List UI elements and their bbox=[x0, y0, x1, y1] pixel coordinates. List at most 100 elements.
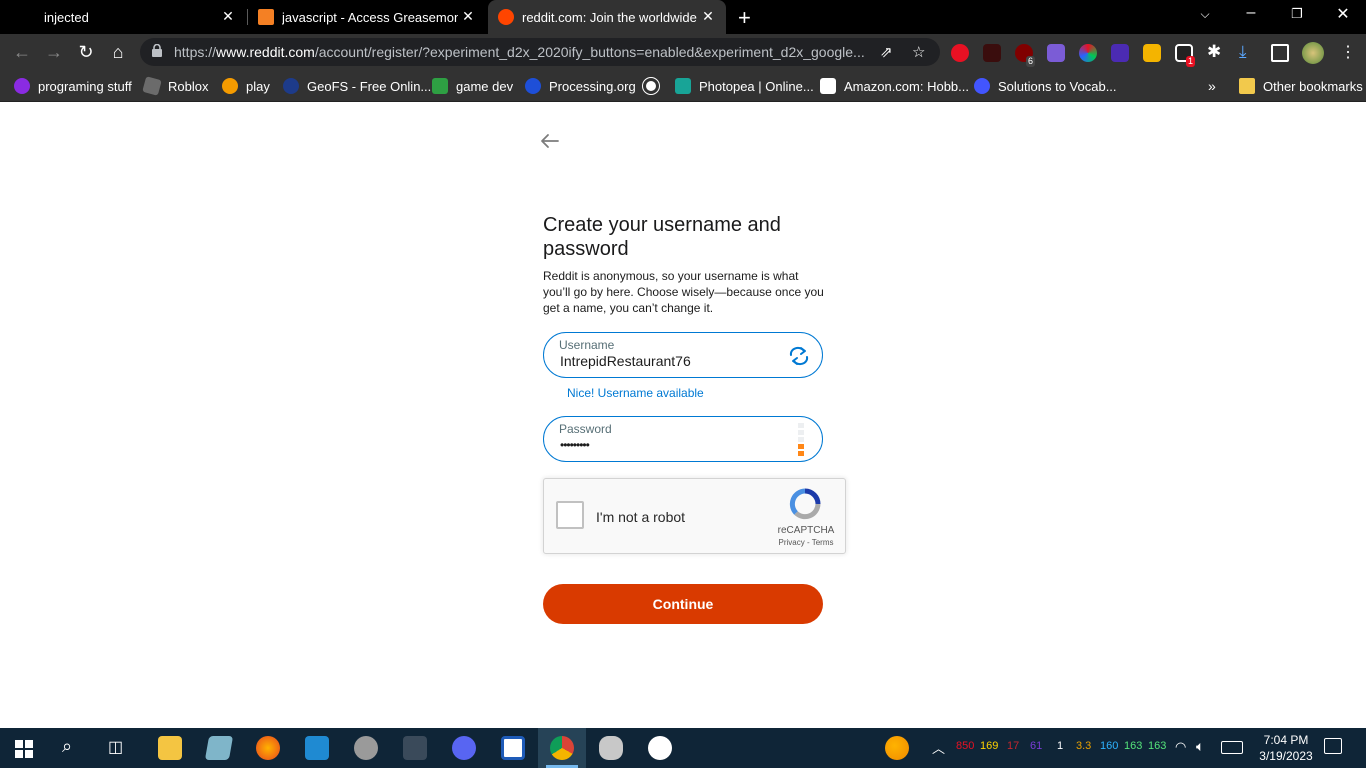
honey-icon[interactable] bbox=[983, 44, 1001, 62]
close-window-button[interactable]: ✕ bbox=[1331, 4, 1355, 24]
geofs-icon bbox=[283, 78, 299, 94]
other-bookmarks-folder[interactable]: Other bookmarks bbox=[1239, 76, 1363, 96]
notification-icon[interactable] bbox=[1324, 738, 1342, 754]
bookmark-roblox[interactable]: Roblox bbox=[142, 76, 209, 96]
download-icon[interactable]: ⤓ bbox=[1239, 42, 1247, 62]
green-plus-icon bbox=[432, 78, 448, 94]
windows-start-icon[interactable] bbox=[15, 740, 33, 758]
tab-search-icon[interactable]: ⌵ bbox=[1193, 7, 1217, 22]
url-text[interactable]: https://www.reddit.com/account/register/… bbox=[174, 44, 874, 60]
tray-number: 3.3 bbox=[1076, 740, 1092, 752]
refresh-username-icon[interactable] bbox=[788, 346, 810, 366]
username-input[interactable] bbox=[560, 353, 780, 369]
bookmark-label: Roblox bbox=[168, 78, 209, 94]
share-icon[interactable]: ⇗ bbox=[880, 43, 893, 61]
vscode-icon[interactable] bbox=[305, 736, 329, 760]
pencil-extension-icon[interactable] bbox=[1143, 44, 1161, 62]
strength-segment bbox=[798, 430, 804, 435]
cd-app-icon[interactable] bbox=[354, 736, 378, 760]
cube-extension-icon[interactable] bbox=[1047, 44, 1065, 62]
game-app-icon[interactable] bbox=[403, 736, 427, 760]
clock-date: 3/19/2023 bbox=[1259, 749, 1313, 763]
weather-icon[interactable] bbox=[885, 736, 909, 760]
task-view-icon[interactable]: ◫ bbox=[108, 737, 123, 757]
tray-number: 169 bbox=[980, 740, 999, 752]
forward-button[interactable]: → bbox=[42, 40, 66, 64]
firefox-icon[interactable] bbox=[256, 736, 280, 760]
amazon-icon bbox=[820, 78, 836, 94]
windows-taskbar: ⌕ ◫ ︿ 850 169 17 61 1 3.3 160 163 163 ◠ … bbox=[0, 728, 1366, 768]
bookmark-play[interactable]: play bbox=[222, 76, 270, 96]
page-title: Create your username and password bbox=[543, 214, 781, 260]
tab-javascript[interactable]: javascript - Access Greasemonkey ✕ bbox=[248, 0, 486, 34]
paint-app-icon[interactable] bbox=[599, 736, 623, 760]
extension-badge: 1 bbox=[1186, 56, 1196, 67]
file-explorer-icon[interactable] bbox=[158, 736, 182, 760]
side-panel-icon[interactable] bbox=[1271, 44, 1289, 62]
tray-number: 17 bbox=[1007, 740, 1020, 752]
bookmark-label: Photopea | Online... bbox=[699, 78, 814, 94]
back-arrow-icon[interactable] bbox=[540, 133, 560, 149]
tab-strip: injected ✕ javascript - Access Greasemon… bbox=[0, 0, 1366, 34]
address-bar[interactable]: https://www.reddit.com/account/register/… bbox=[140, 38, 940, 66]
password-field[interactable]: Password ••••••••• bbox=[543, 416, 823, 462]
menu-kebab-icon[interactable]: ⋮ bbox=[1340, 42, 1356, 62]
back-button[interactable]: ← bbox=[10, 40, 34, 64]
page-description: Reddit is anonymous, so your username is… bbox=[543, 269, 824, 315]
url-path: /account/register/?experiment_d2x_2020if… bbox=[314, 44, 865, 60]
recaptcha-privacy-terms[interactable]: Privacy - Terms bbox=[770, 538, 842, 547]
tab-injected[interactable]: injected ✕ bbox=[0, 0, 246, 34]
bookmark-photopea[interactable]: Photopea | Online... bbox=[675, 76, 814, 96]
bookmark-star-icon[interactable]: ☆ bbox=[912, 43, 925, 61]
notepad-icon[interactable] bbox=[204, 736, 234, 760]
bookmark-label: Amazon.com: Hobb... bbox=[844, 78, 969, 94]
avatar[interactable] bbox=[1302, 42, 1324, 64]
bookmark-label: Other bookmarks bbox=[1263, 78, 1363, 94]
recaptcha-widget: I'm not a robot reCAPTCHA Privacy - Term… bbox=[543, 478, 846, 554]
keyboard-icon[interactable] bbox=[1221, 741, 1243, 754]
s-extension-icon[interactable] bbox=[1111, 44, 1129, 62]
processing-icon bbox=[525, 78, 541, 94]
discord-icon[interactable] bbox=[452, 736, 476, 760]
minimize-button[interactable]: – bbox=[1239, 4, 1263, 22]
password-input[interactable]: ••••••••• bbox=[560, 438, 780, 452]
show-hidden-icons-button[interactable]: ︿ bbox=[932, 738, 945, 757]
strength-segment bbox=[798, 423, 804, 428]
continue-button[interactable]: Continue bbox=[543, 584, 823, 624]
bookmark-geofs[interactable]: GeoFS - Free Onlin... bbox=[283, 76, 431, 96]
tab-reddit[interactable]: reddit.com: Join the worldwide conversat… bbox=[488, 0, 726, 34]
new-tab-button[interactable]: + bbox=[738, 5, 751, 31]
color-extension-icon[interactable] bbox=[1079, 44, 1097, 62]
system-clock[interactable]: 7:04 PM 3/19/2023 bbox=[1254, 732, 1318, 764]
bookmark-game-dev[interactable]: game dev bbox=[432, 76, 513, 96]
bookmark-vocab[interactable]: Solutions to Vocab... bbox=[974, 76, 1117, 96]
close-icon[interactable]: ✕ bbox=[460, 8, 476, 25]
restore-button[interactable]: ❐ bbox=[1285, 6, 1309, 22]
bookmark-amazon[interactable]: Amazon.com: Hobb... bbox=[820, 76, 969, 96]
extensions-puzzle-icon[interactable]: ✱ bbox=[1207, 42, 1221, 62]
username-field[interactable]: Username bbox=[543, 332, 823, 378]
adblock-icon[interactable] bbox=[951, 44, 969, 62]
lock-icon[interactable] bbox=[152, 44, 162, 57]
chrome-icon[interactable] bbox=[550, 736, 574, 760]
more-bookmarks-button[interactable]: » bbox=[1208, 76, 1216, 96]
home-button[interactable]: ⌂ bbox=[106, 40, 130, 64]
bookmark-programing-stuff[interactable]: programing stuff bbox=[14, 76, 132, 96]
bookmark-processing[interactable]: Processing.org bbox=[525, 76, 636, 96]
globe-icon bbox=[642, 77, 660, 95]
media-player-icon[interactable] bbox=[648, 736, 672, 760]
wifi-icon[interactable]: ◠ bbox=[1175, 739, 1186, 755]
photopea-icon bbox=[675, 78, 691, 94]
close-icon[interactable]: ✕ bbox=[220, 8, 236, 25]
username-label: Username bbox=[559, 338, 615, 352]
bookmark-globe[interactable] bbox=[642, 76, 667, 96]
reload-button[interactable]: ↻ bbox=[74, 40, 98, 64]
volume-icon[interactable]: 🔈︎ bbox=[1196, 738, 1204, 755]
search-icon[interactable]: ⌕ bbox=[62, 736, 72, 757]
recaptcha-checkbox[interactable] bbox=[556, 501, 584, 529]
close-icon[interactable]: ✕ bbox=[700, 8, 716, 25]
username-status: Nice! Username available bbox=[567, 386, 704, 400]
app-icon[interactable] bbox=[501, 736, 525, 760]
password-label: Password bbox=[559, 422, 612, 436]
extension-badge: 6 bbox=[1026, 56, 1036, 67]
